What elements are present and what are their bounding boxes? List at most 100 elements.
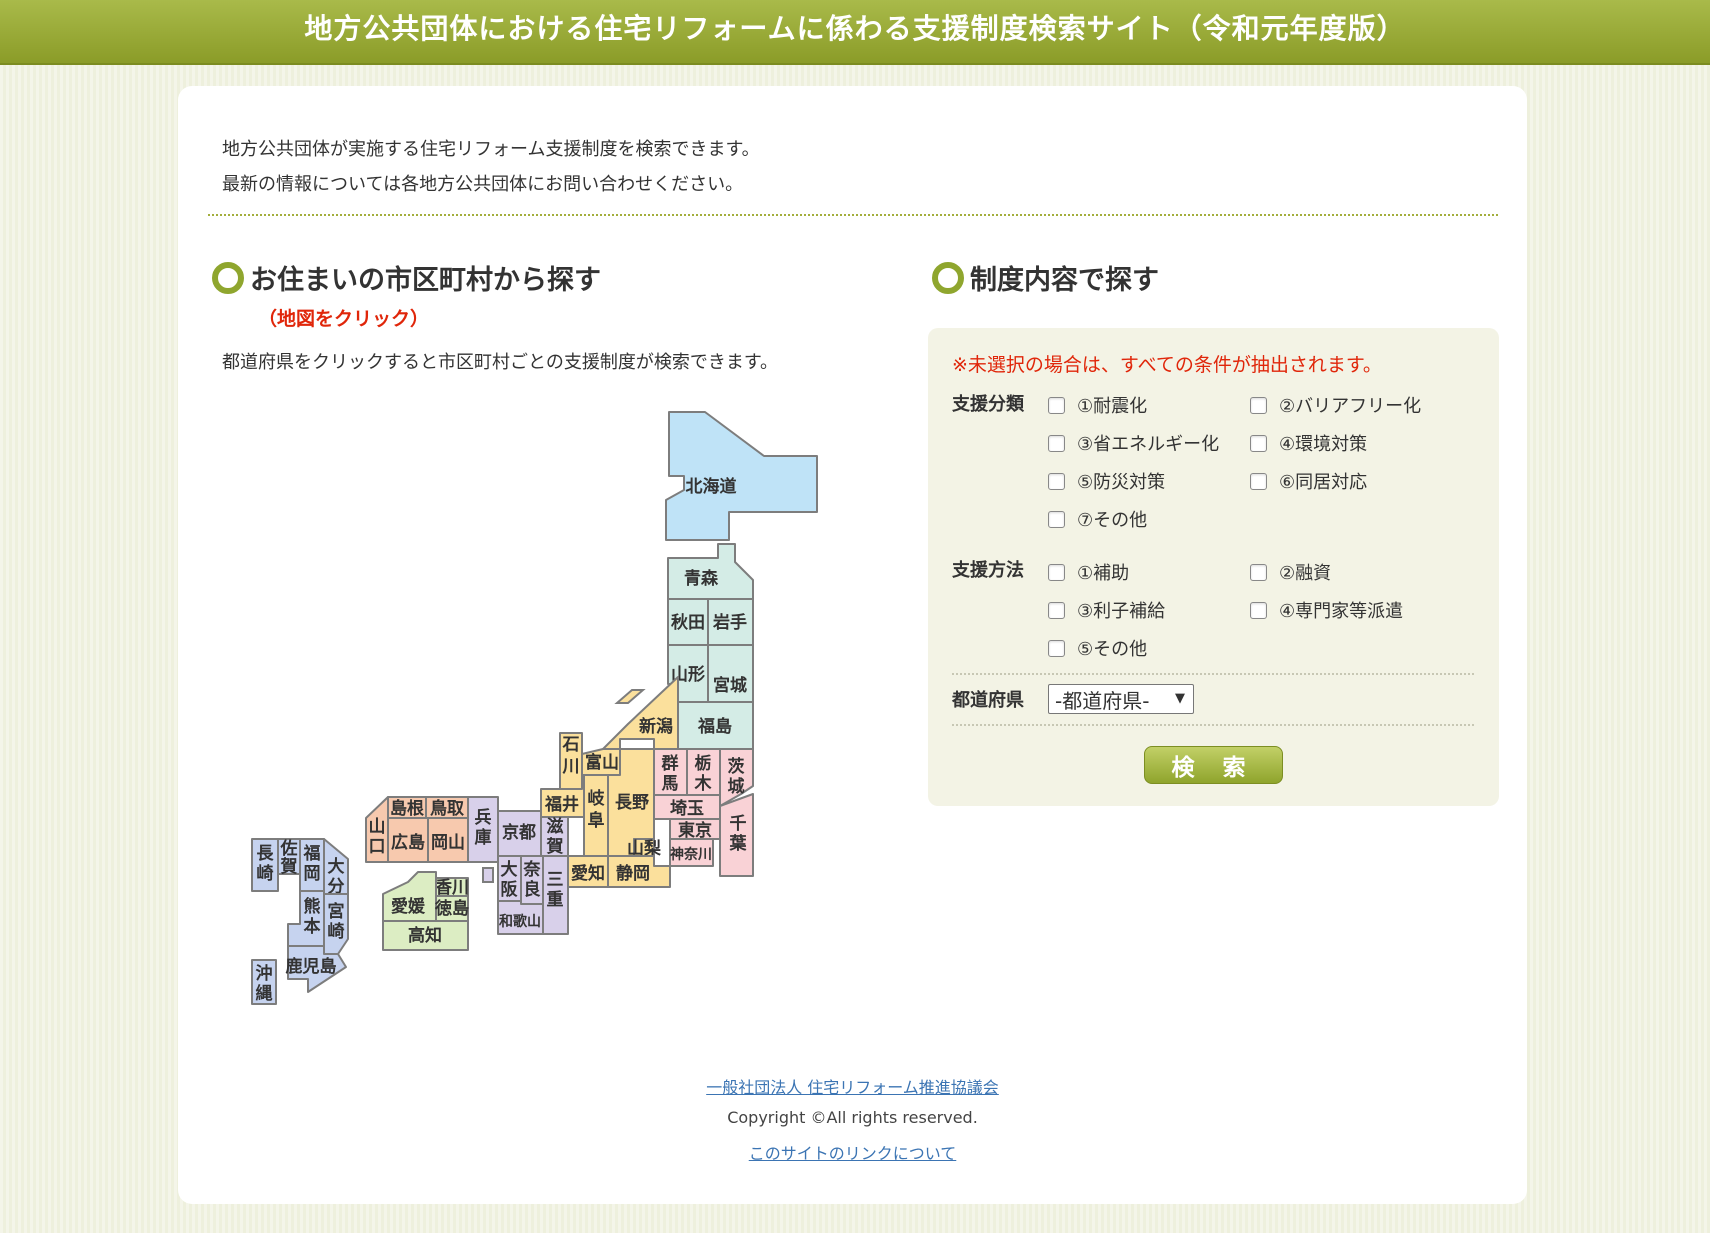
pref-label: 口: [369, 837, 386, 857]
pref-label: 栃: [695, 753, 712, 774]
pref-okinawa[interactable]: 沖 縄: [251, 959, 277, 1005]
pref-aomori[interactable]: 青森: [667, 543, 754, 600]
pref-label: 庫: [475, 827, 492, 848]
pref-label: 岩手: [712, 612, 747, 633]
content-section-title-text: 制度内容で探す: [970, 265, 1159, 296]
search-form: ※未選択の場合は、すべての条件が抽出されます。 支援分類 ①耐震化 ②バリアフリ…: [928, 328, 1499, 806]
pref-label: 高知: [408, 925, 442, 946]
pref-iwate[interactable]: 岩手: [707, 598, 754, 646]
pref-hyogo[interactable]: 兵 庫: [467, 796, 499, 863]
method-checkbox-4[interactable]: ④専門家等派遣: [1250, 597, 1403, 623]
pref-tokushima[interactable]: 徳島: [434, 895, 469, 922]
footer-org-link-wrapper: 一般社団法人 住宅リフォーム推進協議会: [178, 1074, 1527, 1098]
pref-gunma[interactable]: 群 馬: [653, 748, 688, 796]
pref-aichi[interactable]: 愛知: [567, 855, 609, 888]
pref-gifu[interactable]: 岐 阜: [583, 774, 609, 857]
pref-kanagawa[interactable]: 神奈川: [669, 838, 714, 867]
pref-shiga[interactable]: 滋 賀: [540, 816, 569, 857]
prefecture-select[interactable]: -都道府県- ▼: [1048, 684, 1194, 714]
pref-nagasaki[interactable]: 長 崎: [251, 838, 279, 892]
method-label: 支援方法: [952, 560, 1024, 581]
pref-label: 阜: [588, 810, 605, 831]
pref-hokkaido[interactable]: 北海道: [665, 411, 818, 541]
pref-miyazaki[interactable]: 宮 崎: [323, 893, 349, 955]
pref-miyagi[interactable]: 宮城: [707, 644, 754, 703]
pref-osaka[interactable]: 大 阪: [497, 855, 522, 902]
footer-policy-link-wrapper: このサイトのリンクについて: [178, 1140, 1527, 1164]
map-click-note: （地図をクリック）: [258, 308, 430, 330]
pref-wakayama[interactable]: 和歌山: [497, 900, 544, 935]
pref-nara[interactable]: 奈 良: [520, 855, 544, 905]
pref-label: 徳島: [434, 898, 469, 919]
pref-label: 長野: [615, 793, 649, 813]
pref-kyoto[interactable]: 京都: [497, 810, 542, 857]
org-link[interactable]: 一般社団法人 住宅リフォーム推進協議会: [706, 1078, 999, 1097]
pref-akita[interactable]: 秋田: [667, 598, 709, 646]
pref-label: 神奈川: [670, 846, 712, 863]
pref-saitama[interactable]: 埼玉: [653, 794, 721, 820]
pref-label: 新潟: [639, 716, 673, 737]
category-checkbox-4[interactable]: ④環境対策: [1250, 430, 1367, 456]
pref-tottori[interactable]: 鳥取: [425, 796, 469, 819]
intro-line-2: 最新の情報については各地方公共団体にお問い合わせください。: [222, 174, 744, 195]
pref-chiba[interactable]: 千 葉: [719, 793, 754, 877]
site-header: 地方公共団体における住宅リフォームに係わる支援制度検索サイト（令和元年度版）: [0, 0, 1710, 65]
pref-kumamoto[interactable]: 熊 本: [287, 890, 325, 947]
pref-fukuoka[interactable]: 福 岡: [299, 838, 325, 892]
pref-shizuoka[interactable]: 静岡: [607, 855, 671, 888]
pref-label: 良: [524, 879, 541, 900]
divider: [952, 724, 1474, 726]
pref-mie[interactable]: 三 重: [542, 855, 569, 935]
link-policy[interactable]: このサイトのリンクについて: [749, 1144, 957, 1163]
pref-tokyo[interactable]: 東京: [669, 818, 721, 841]
pref-shimane[interactable]: 島根: [387, 796, 427, 819]
circle-bullet-icon: [932, 261, 964, 294]
pref-label: 青森: [684, 568, 719, 589]
pref-tochigi[interactable]: 栃 木: [686, 748, 721, 796]
pref-label: 群: [662, 753, 679, 774]
content-section-title: 制度内容で探す: [932, 258, 1159, 297]
pref-oita[interactable]: 大 分: [323, 838, 349, 897]
pref-kochi[interactable]: 高知: [382, 920, 469, 951]
pref-label: 埼玉: [670, 798, 704, 819]
method-checkbox-3[interactable]: ③利子補給: [1048, 597, 1165, 623]
category-checkbox-6[interactable]: ⑥同居対応: [1250, 468, 1367, 494]
pref-niigata[interactable]: 新潟: [602, 676, 679, 750]
pref-okayama[interactable]: 岡山: [427, 817, 469, 863]
pref-label: 兵: [475, 807, 492, 828]
pref-hiroshima[interactable]: 広島: [387, 817, 429, 863]
pref-label: 奈: [523, 859, 542, 880]
pref-label: 茨: [728, 756, 745, 777]
pref-ehime[interactable]: 愛媛: [382, 871, 437, 922]
method-checkbox-1[interactable]: ①補助: [1048, 559, 1129, 585]
awaji-island: [482, 867, 494, 883]
pref-fukushima[interactable]: 福島: [677, 701, 754, 750]
pref-label: 大: [501, 859, 518, 880]
pref-label: 北海道: [686, 476, 737, 497]
pref-label: 葉: [729, 833, 748, 854]
main-panel: 地方公共団体が実施する住宅リフォーム支援制度を検索できます。 最新の情報について…: [178, 86, 1527, 1204]
pref-yamaguchi[interactable]: 山 口: [365, 796, 389, 863]
category-checkbox-2[interactable]: ②バリアフリー化: [1250, 392, 1421, 418]
category-checkbox-7[interactable]: ⑦その他: [1048, 506, 1147, 532]
pref-label: 宮: [328, 901, 345, 922]
pref-label: 賀: [546, 837, 564, 857]
category-checkbox-5[interactable]: ⑤防災対策: [1048, 468, 1165, 494]
method-checkbox-5[interactable]: ⑤その他: [1048, 635, 1147, 661]
japan-map: 北海道 青森 秋田 岩手 山形 宮城 福島 新潟 石 川 富山 福井 長野 岐 …: [251, 411, 818, 1005]
pref-label: 賀: [280, 857, 298, 877]
pref-toyama[interactable]: 富山: [581, 748, 621, 776]
method-checkbox-2[interactable]: ②融資: [1250, 559, 1331, 585]
category-checkbox-1[interactable]: ①耐震化: [1048, 392, 1147, 418]
pref-label: 岐: [588, 788, 606, 809]
pref-saga[interactable]: 佐 賀: [277, 838, 301, 877]
category-checkbox-3[interactable]: ③省エネルギー化: [1048, 430, 1219, 456]
pref-label: 岡: [304, 864, 321, 884]
divider: [952, 673, 1474, 675]
pref-label: 崎: [328, 921, 345, 942]
search-button[interactable]: 検 索: [1144, 746, 1283, 784]
pref-label: 岡山: [431, 833, 465, 853]
pref-label: 山: [369, 817, 386, 837]
pref-ishikawa[interactable]: 石 川: [559, 732, 583, 790]
circle-bullet-icon: [212, 261, 244, 294]
